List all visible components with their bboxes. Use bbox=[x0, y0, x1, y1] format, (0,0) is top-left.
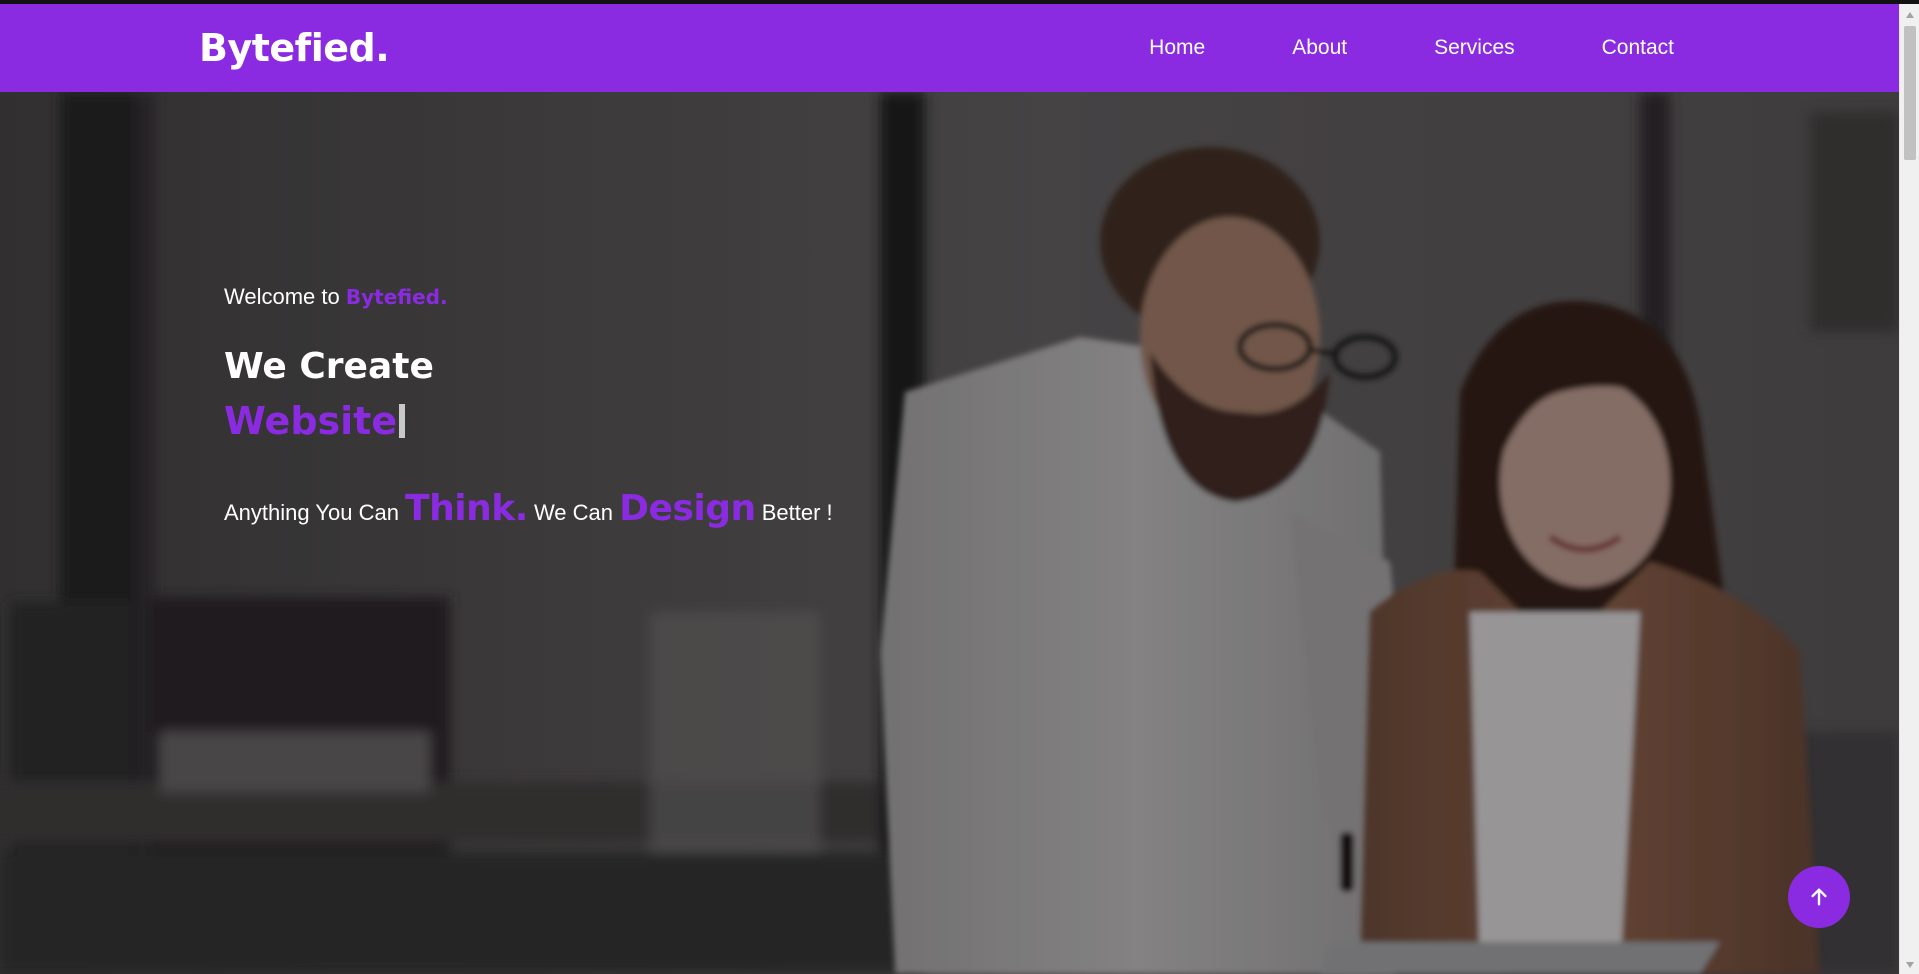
nav-link-services[interactable]: Services bbox=[1434, 36, 1515, 60]
hero-tagline: Anything You Can Think. We Can Design Be… bbox=[224, 488, 833, 529]
scroll-up-arrow-icon[interactable] bbox=[1900, 6, 1919, 24]
arrow-up-icon bbox=[1811, 888, 1827, 906]
headline-line-2: Website bbox=[224, 394, 833, 450]
nav-link-home[interactable]: Home bbox=[1149, 36, 1205, 60]
nav-link-about[interactable]: About bbox=[1292, 36, 1347, 60]
tagline-word-think: Think. bbox=[405, 488, 528, 529]
scrollbar-thumb[interactable] bbox=[1904, 26, 1916, 160]
welcome-prefix: Welcome to bbox=[224, 284, 346, 309]
brand-logo[interactable]: Bytefied. bbox=[199, 26, 390, 70]
tagline-word-design: Design bbox=[619, 488, 756, 529]
main-nav: Home About Services Contact bbox=[1149, 4, 1674, 92]
back-to-top-button[interactable] bbox=[1788, 866, 1850, 928]
nav-link-contact[interactable]: Contact bbox=[1602, 36, 1674, 60]
vertical-scrollbar[interactable] bbox=[1899, 4, 1919, 974]
headline-typed-word: Website bbox=[224, 399, 398, 443]
welcome-brand: Bytefied. bbox=[345, 285, 448, 309]
scroll-down-arrow-icon[interactable] bbox=[1900, 956, 1919, 974]
top-navbar: Bytefied. Home About Services Contact bbox=[0, 4, 1899, 92]
page: Bytefied. Home About Services Contact We… bbox=[0, 0, 1919, 974]
tagline-part-1: Anything You Can bbox=[224, 500, 406, 525]
tagline-part-2: We Can bbox=[527, 500, 620, 525]
hero-section: Welcome to Bytefied. We Create Website A… bbox=[0, 92, 1899, 974]
typing-cursor bbox=[399, 404, 406, 438]
tagline-part-3: Better ! bbox=[755, 500, 833, 525]
hero-dark-overlay bbox=[0, 92, 1899, 974]
headline-line-1: We Create bbox=[224, 346, 434, 387]
hero-headline: We Create Website bbox=[224, 340, 833, 450]
hero-copy: Welcome to Bytefied. We Create Website A… bbox=[224, 284, 833, 529]
welcome-line: Welcome to Bytefied. bbox=[224, 284, 833, 310]
